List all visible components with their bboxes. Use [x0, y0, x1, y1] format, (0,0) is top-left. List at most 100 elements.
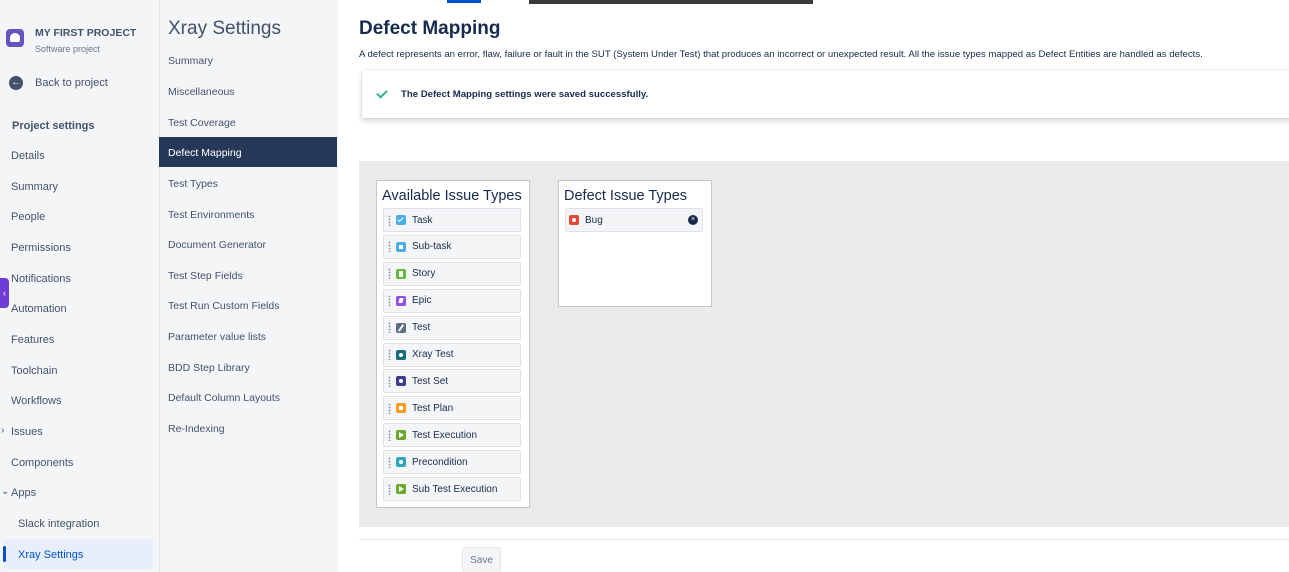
sidebar-item-workflows[interactable]: Workflows — [11, 395, 62, 407]
arrow-left-icon: ← — [9, 76, 23, 90]
issue-type-label: Sub-task — [412, 241, 452, 253]
defect-issue-types-list[interactable]: Defect Issue Types Bug × — [558, 180, 712, 307]
sidebar-item-toolchain[interactable]: Toolchain — [11, 365, 57, 377]
sub-test-execution-icon — [396, 484, 406, 494]
drag-handle-icon[interactable] — [388, 456, 391, 468]
sidebar-item-notifications[interactable]: Notifications — [11, 273, 71, 285]
sidebar-item-summary[interactable]: Summary — [11, 181, 58, 193]
success-message: The Defect Mapping settings were saved s… — [401, 88, 649, 100]
active-item-indicator — [3, 546, 6, 562]
issue-type-label: Bug — [585, 214, 603, 226]
issue-type-chip[interactable]: Test Set — [383, 369, 521, 394]
sidebar-item-apps[interactable]: ⌄ Apps — [1, 486, 36, 499]
xray-settings-title: Xray Settings — [168, 18, 281, 39]
xray-test-icon — [396, 349, 406, 360]
issue-type-chip[interactable]: Task — [383, 208, 521, 232]
precondition-icon — [396, 457, 406, 468]
checkmark-icon — [376, 88, 388, 100]
chevron-down-icon: ⌄ — [1, 486, 10, 497]
drag-handle-icon[interactable] — [388, 295, 391, 307]
test-execution-icon — [396, 430, 406, 441]
xray-nav-default-column-layouts[interactable]: Default Column Layouts — [168, 392, 280, 404]
defect-issue-types-title: Defect Issue Types — [564, 188, 688, 204]
issue-type-label: Test — [412, 322, 431, 334]
xray-nav-re-indexing[interactable]: Re-Indexing — [168, 423, 225, 435]
story-icon — [396, 268, 406, 279]
xray-nav-summary[interactable]: Summary — [168, 55, 213, 67]
issue-type-label: Epic — [412, 295, 432, 307]
issue-type-chip[interactable]: Test Execution — [383, 423, 521, 448]
back-to-project-link[interactable]: ← Back to project — [9, 76, 108, 90]
issue-type-chip[interactable]: Xray Test — [383, 342, 521, 367]
issue-type-chip[interactable]: Test — [383, 315, 521, 340]
test-plan-icon — [396, 403, 406, 414]
success-flag: The Defect Mapping settings were saved s… — [362, 70, 1289, 118]
drag-handle-icon[interactable] — [388, 429, 391, 441]
page-title: Defect Mapping — [359, 18, 501, 39]
sidebar-item-features[interactable]: Features — [11, 334, 54, 346]
sidebar-item-permissions[interactable]: Permissions — [11, 242, 71, 254]
drag-handle-icon[interactable] — [388, 241, 391, 253]
issue-type-label: Test Execution — [412, 429, 478, 441]
test-set-icon — [396, 376, 406, 387]
drag-handle-icon[interactable] — [388, 349, 391, 360]
xray-nav-bdd-step-library[interactable]: BDD Step Library — [168, 362, 250, 374]
save-button[interactable]: Save — [462, 547, 501, 572]
issue-type-chip[interactable]: Story — [383, 261, 521, 286]
available-issue-types-list[interactable]: Available Issue Types Task Sub-task Story E… — [376, 180, 530, 508]
remove-icon[interactable]: × — [688, 215, 698, 225]
drag-handle-icon[interactable] — [388, 322, 391, 334]
sidebar-item-components[interactable]: Components — [11, 457, 73, 469]
xray-nav-test-run-custom-fields[interactable]: Test Run Custom Fields — [168, 300, 279, 312]
footer-divider — [359, 539, 1289, 540]
drag-handle-icon[interactable] — [388, 402, 391, 414]
issue-type-label: Test Set — [412, 375, 449, 387]
issue-type-chip[interactable]: Precondition — [383, 450, 521, 475]
issue-type-label: Precondition — [412, 456, 468, 468]
issue-type-label: Task — [412, 214, 433, 226]
issue-type-mapping-panel: Available Issue Types Task Sub-task Story E… — [359, 161, 1289, 527]
xray-nav-test-types[interactable]: Test Types — [168, 178, 218, 190]
epic-icon — [396, 295, 406, 306]
xray-nav-test-step-fields[interactable]: Test Step Fields — [168, 270, 243, 282]
drag-handle-icon[interactable] — [388, 214, 391, 226]
xray-settings-nav: Xray Settings Summary Miscellaneous Test… — [159, 0, 338, 572]
project-settings-heading: Project settings — [12, 120, 95, 132]
sidebar-item-issues[interactable]: › Issues — [1, 425, 43, 438]
sidebar-item-people[interactable]: People — [11, 211, 45, 223]
chevron-left-icon: ‹ — [3, 288, 6, 298]
issue-type-label: Story — [412, 268, 436, 280]
sidebar-item-slack-integration[interactable]: Slack integration — [18, 518, 99, 530]
sidebar-item-automation[interactable]: Automation — [11, 303, 67, 315]
collapse-sidebar-toggle[interactable]: ‹ — [0, 278, 9, 308]
xray-nav-defect-mapping[interactable]: Defect Mapping — [168, 147, 242, 159]
drag-handle-icon[interactable] — [388, 483, 391, 495]
issue-type-chip[interactable]: Test Plan — [383, 396, 521, 421]
issue-type-chip[interactable]: Sub Test Execution — [383, 477, 521, 501]
xray-nav-test-coverage[interactable]: Test Coverage — [168, 117, 236, 129]
xray-nav-miscellaneous[interactable]: Miscellaneous — [168, 86, 235, 98]
issue-type-label: Test Plan — [412, 402, 454, 414]
xray-nav-parameter-value-lists[interactable]: Parameter value lists — [168, 331, 266, 343]
issue-type-chip[interactable]: Bug × — [565, 208, 703, 232]
chevron-right-icon: › — [1, 425, 5, 436]
xray-nav-test-environments[interactable]: Test Environments — [168, 209, 254, 221]
drag-handle-icon[interactable] — [388, 268, 391, 280]
sidebar-item-details[interactable]: Details — [11, 150, 45, 162]
back-to-project-label: Back to project — [35, 77, 108, 89]
project-type: Software project — [35, 44, 101, 54]
project-sidebar: MY FIRST PROJECT Software project ← Back… — [0, 0, 160, 572]
issue-type-label: Xray Test — [412, 349, 454, 360]
page-description: A defect represents an error, flaw, fail… — [359, 49, 1203, 60]
issue-type-chip[interactable]: Epic — [383, 288, 521, 313]
project-header[interactable]: MY FIRST PROJECT Software project — [6, 24, 136, 54]
xray-nav-document-generator[interactable]: Document Generator — [168, 239, 266, 251]
project-name: MY FIRST PROJECT — [35, 27, 137, 39]
available-issue-types-title: Available Issue Types — [382, 188, 522, 204]
issue-type-chip[interactable]: Sub-task — [383, 234, 521, 259]
main-content: Defect Mapping A defect represents an er… — [339, 0, 1289, 572]
bug-icon — [569, 215, 579, 225]
sidebar-item-xray-settings[interactable]: Xray Settings — [18, 549, 83, 561]
test-icon — [396, 322, 406, 333]
drag-handle-icon[interactable] — [388, 375, 391, 387]
